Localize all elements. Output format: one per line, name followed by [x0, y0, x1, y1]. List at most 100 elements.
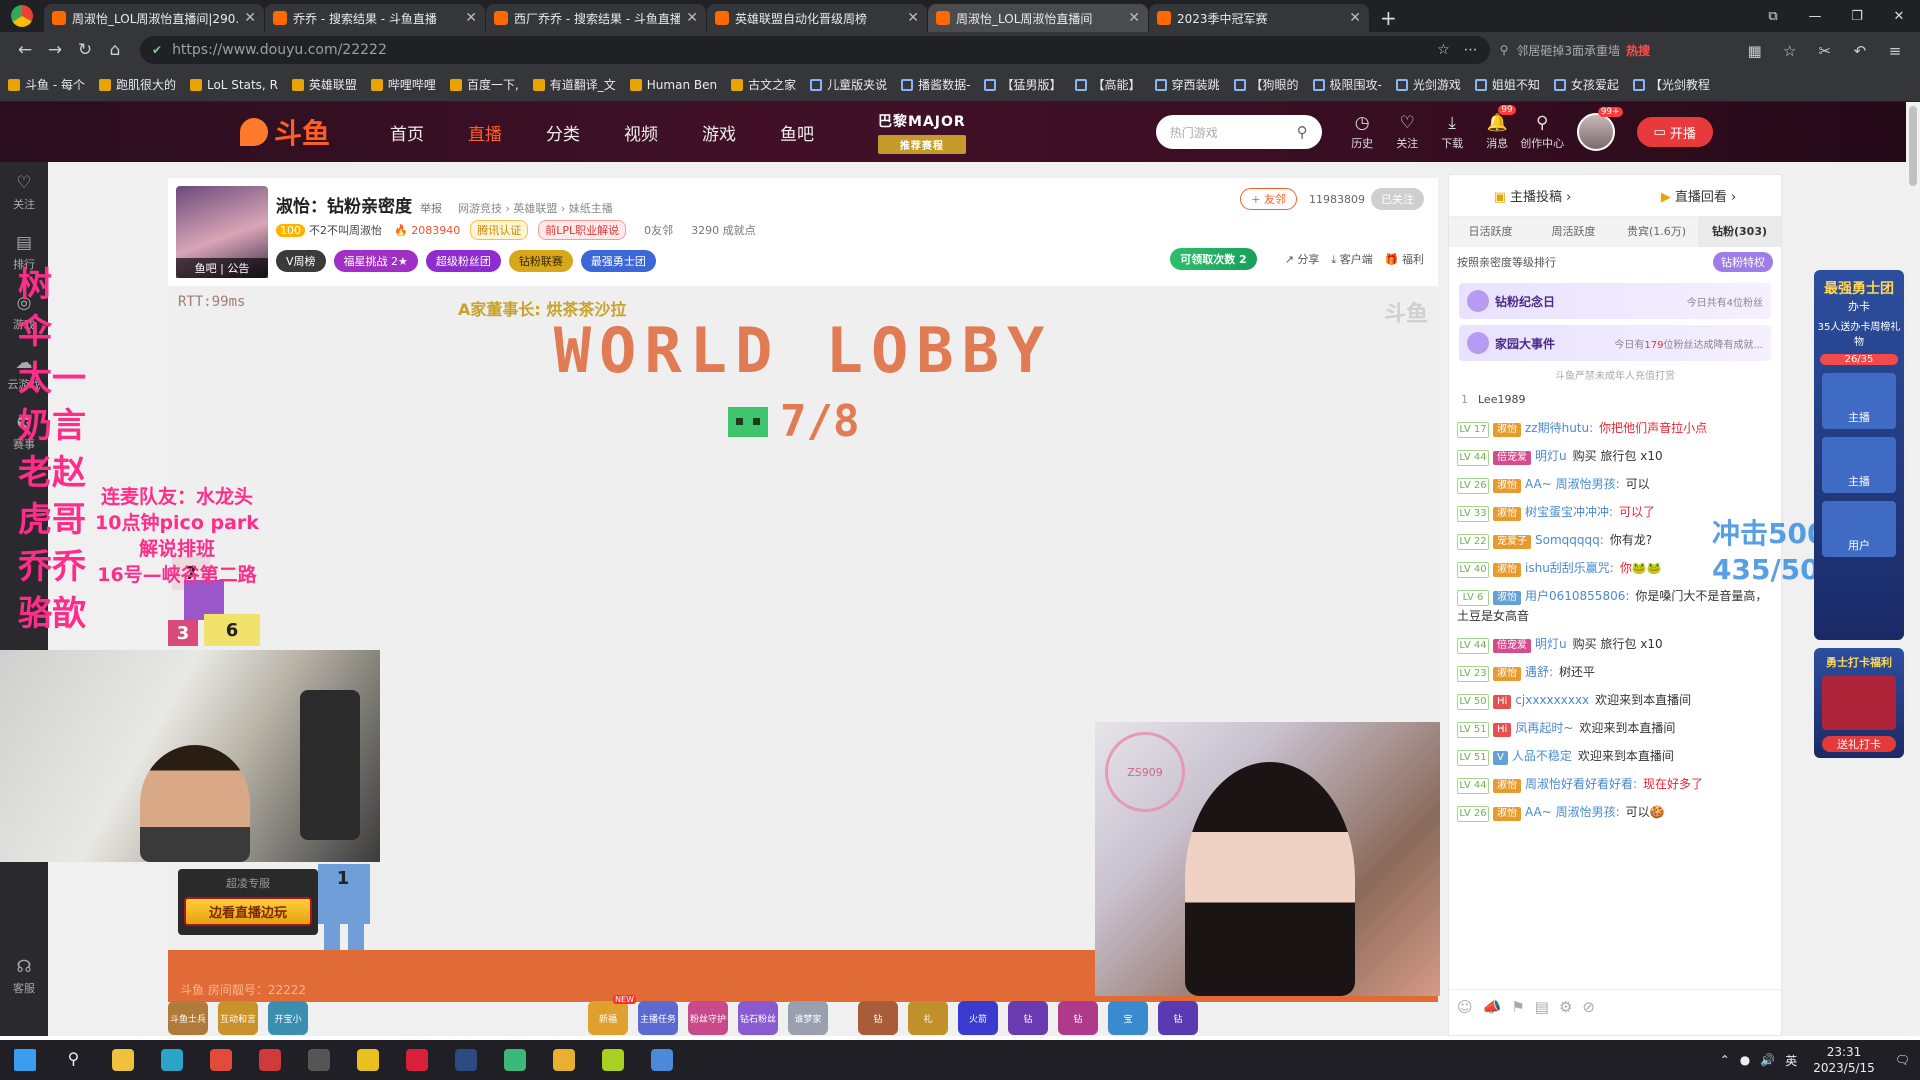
- bookmark-item[interactable]: 【高能】: [1075, 76, 1141, 93]
- taskbar-app-app-lime[interactable]: [588, 1040, 637, 1080]
- weekly-rank-badge[interactable]: V周榜: [276, 250, 326, 272]
- replay-link[interactable]: ▶ 直播回看 ›: [1661, 186, 1736, 205]
- checkin-button[interactable]: 送礼打卡: [1822, 736, 1896, 752]
- nav-videos[interactable]: 视频: [624, 120, 658, 145]
- claim-rewards-button[interactable]: 可领取次数 2: [1170, 248, 1257, 270]
- diamond-league-badge[interactable]: 钻粉联赛: [508, 250, 573, 272]
- menu-icon[interactable]: ≡: [1880, 42, 1910, 60]
- gift-item[interactable]: 谁梦家: [788, 1001, 828, 1035]
- promo-item[interactable]: 主播: [1822, 373, 1896, 429]
- close-icon[interactable]: ✕: [907, 10, 919, 26]
- bookmark-item[interactable]: 跑肌很大的: [98, 76, 176, 93]
- sidebar-item-service[interactable]: ☊ 客服: [0, 946, 48, 1006]
- settings-icon[interactable]: ⚙: [1559, 998, 1572, 1016]
- streamer-posts-link[interactable]: ▣ 主播投稿 ›: [1494, 186, 1572, 205]
- browser-tab[interactable]: 周淑怡_LOL周淑怡直播间|290... ✕: [44, 4, 264, 32]
- fan-badge[interactable]: 淑怡: [1493, 591, 1521, 605]
- gift-item[interactable]: 互动和言: [218, 1001, 258, 1035]
- friends-count[interactable]: 0友邻: [644, 222, 673, 238]
- close-window-icon[interactable]: ✕: [1878, 9, 1920, 24]
- taskbar-app-netease-music[interactable]: [392, 1040, 441, 1080]
- taskbar-app-steam[interactable]: [441, 1040, 490, 1080]
- bookmark-item[interactable]: 【光剑教程: [1632, 76, 1710, 93]
- watch-play-button[interactable]: 边看直播边玩: [184, 897, 312, 926]
- fan-badge[interactable]: 淑怡: [1493, 423, 1521, 437]
- bookmark-item[interactable]: 哔哩哔哩: [370, 76, 436, 93]
- chat-username[interactable]: ishu刮刮乐赢咒:: [1525, 561, 1614, 575]
- bookmark-item[interactable]: 极限围攻-: [1312, 76, 1382, 93]
- nav-games[interactable]: 游戏: [702, 120, 736, 145]
- warrior-team-card[interactable]: 最强勇士团 办卡 35人送办卡周榜礼物 26/35 主播 主播 用户: [1814, 270, 1904, 640]
- more-icon[interactable]: ⋯: [1464, 42, 1478, 58]
- chat-username[interactable]: 树宝蛋宝冲冲冲:: [1525, 505, 1613, 519]
- new-tab-button[interactable]: +: [1370, 4, 1407, 32]
- super-fan-badge[interactable]: 超级粉丝团: [425, 250, 501, 272]
- chat-username[interactable]: 周淑怡好看好看好看:: [1525, 777, 1637, 791]
- browser-tab[interactable]: 乔乔 - 搜索结果 - 斗鱼直播 ✕: [265, 4, 485, 32]
- report-link[interactable]: 举报: [420, 200, 442, 216]
- gift-item[interactable]: 礼: [908, 1001, 948, 1035]
- chat-username[interactable]: 遇舒:: [1525, 665, 1553, 679]
- tray-app-icon[interactable]: ●: [1740, 1053, 1750, 1067]
- back-icon[interactable]: ←: [10, 40, 40, 60]
- close-icon[interactable]: ✕: [1128, 10, 1140, 26]
- tab-weekly[interactable]: 周活跃度: [1532, 217, 1615, 247]
- promo-item[interactable]: 用户: [1822, 501, 1896, 557]
- privilege-button[interactable]: 钻粉特权: [1713, 252, 1773, 272]
- browser-tab[interactable]: 2023季中冠军赛 ✕: [1149, 4, 1369, 32]
- bookmark-item[interactable]: 英雄联盟: [291, 76, 357, 93]
- followed-button[interactable]: 已关注: [1371, 188, 1424, 210]
- bookmark-item[interactable]: LoL Stats, R: [189, 78, 278, 92]
- top-fan-row[interactable]: 1 Lee1989: [1449, 388, 1781, 410]
- bookmark-item[interactable]: 儿童版夹说: [810, 76, 887, 93]
- chat-username[interactable]: 明灯u: [1535, 449, 1567, 463]
- address-bar[interactable]: ✔ https://www.douyu.com/22222 ☆ ⋯: [140, 36, 1490, 64]
- nav-live[interactable]: 直播: [468, 120, 502, 145]
- lucky-star-badge[interactable]: 福星挑战 2★: [333, 250, 418, 272]
- browser-logo-icon[interactable]: [0, 0, 44, 32]
- bookmark-item[interactable]: Human Ben: [629, 78, 717, 92]
- tray-chevron-icon[interactable]: ⌃: [1720, 1053, 1730, 1067]
- follow-list-button[interactable]: ♡ 关注: [1385, 113, 1430, 151]
- reload-icon[interactable]: ↻: [70, 40, 100, 60]
- fan-badge[interactable]: V: [1493, 751, 1508, 765]
- bookmark-item[interactable]: 穿西装跳: [1154, 76, 1220, 93]
- fan-badge[interactable]: 淑怡: [1493, 667, 1521, 681]
- gift-item[interactable]: 开宝小: [268, 1001, 308, 1035]
- apps-grid-icon[interactable]: ▦: [1740, 42, 1770, 60]
- gift-item[interactable]: 斗鱼士兵: [168, 1001, 208, 1035]
- fan-badge-icon[interactable]: ⚑: [1511, 998, 1524, 1016]
- gift-item[interactable]: 粉丝守护: [688, 1001, 728, 1035]
- douyu-logo[interactable]: 斗鱼: [240, 112, 330, 152]
- chat-username[interactable]: 凤再起时~: [1515, 721, 1573, 735]
- fan-badge[interactable]: 淑怡: [1493, 779, 1521, 793]
- notifications-icon[interactable]: 🗨: [1895, 1053, 1910, 1067]
- nav-categories[interactable]: 分类: [546, 120, 580, 145]
- close-icon[interactable]: ✕: [244, 10, 256, 26]
- nav-yuba[interactable]: 鱼吧: [780, 120, 814, 145]
- welfare-button[interactable]: 🎁 福利: [1385, 251, 1424, 267]
- gift-item[interactable]: 钻石粉丝: [738, 1001, 778, 1035]
- bookmarks-icon[interactable]: ☆: [1775, 42, 1805, 60]
- bookmark-star-icon[interactable]: ☆: [1437, 42, 1450, 58]
- home-event-banner[interactable]: 家园大事件 今日有179位粉丝达成降有成就...: [1459, 325, 1771, 361]
- scrollbar-thumb[interactable]: [1909, 106, 1917, 186]
- chat-username[interactable]: 人品不稳定: [1512, 749, 1572, 763]
- bookmark-item[interactable]: 光剑游戏: [1395, 76, 1461, 93]
- taskbar-app-edge[interactable]: [147, 1040, 196, 1080]
- minimize-icon[interactable]: —: [1794, 9, 1836, 24]
- gift-item[interactable]: 主播任务: [638, 1001, 678, 1035]
- barrage-icon[interactable]: ▤: [1535, 998, 1549, 1016]
- page-scrollbar[interactable]: [1906, 102, 1920, 1036]
- taskbar-app-app-green[interactable]: [490, 1040, 539, 1080]
- fan-badge[interactable]: 倍宠爱: [1493, 639, 1531, 653]
- gift-item[interactable]: 钻: [1008, 1001, 1048, 1035]
- bookmark-item[interactable]: 百度一下,: [449, 76, 519, 93]
- tab-search-icon[interactable]: ⧉: [1752, 9, 1794, 24]
- fan-badge[interactable]: 倍宠爱: [1493, 451, 1531, 465]
- bookmark-item[interactable]: 斗鱼 - 每个: [8, 76, 85, 93]
- taskbar-app-app-blue[interactable]: [637, 1040, 686, 1080]
- creator-center-button[interactable]: ⚲ 创作中心: [1520, 113, 1565, 151]
- search-icon[interactable]: ⚲: [1297, 123, 1308, 141]
- achievement-points[interactable]: 3290 成就点: [691, 222, 756, 238]
